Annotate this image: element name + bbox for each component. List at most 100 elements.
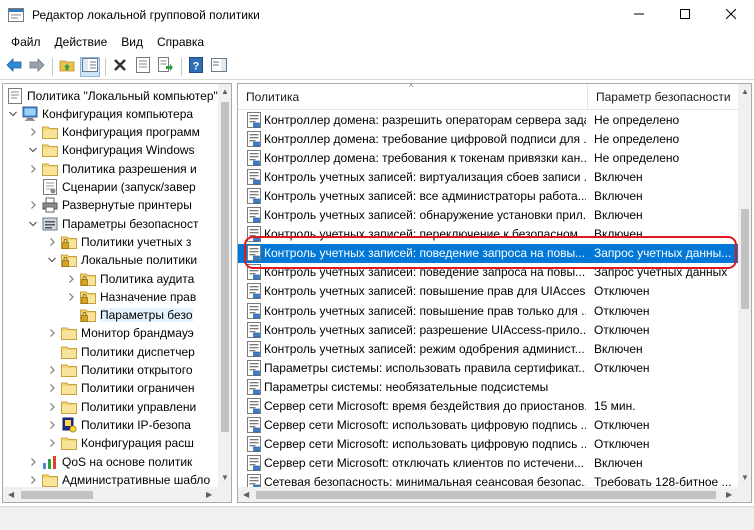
scroll-right-arrow-icon[interactable]: ▶ <box>206 490 212 499</box>
tree-horizontal-scrollbar[interactable]: ◀ ▶ <box>3 487 231 502</box>
policy-row[interactable]: Контроль учетных записей: повышение прав… <box>238 282 738 301</box>
chevron-right-icon[interactable] <box>65 273 77 285</box>
tree-item[interactable]: Параметры безо <box>65 306 193 325</box>
chevron-down-icon[interactable] <box>27 144 39 156</box>
policy-row[interactable]: Контроллер домена: требование цифровой п… <box>238 129 738 148</box>
policy-row[interactable]: Сервер сети Microsoft: время бездействия… <box>238 397 738 416</box>
folder-icon <box>61 435 77 451</box>
policy-row[interactable]: Параметры системы: использовать правила … <box>238 358 738 377</box>
policy-row[interactable]: Контроль учетных записей: виртуализация … <box>238 167 738 186</box>
policy-row[interactable]: Контроль учетных записей: переключение к… <box>238 225 738 244</box>
policy-row[interactable]: Контроль учетных записей: обнаружение ус… <box>238 206 738 225</box>
tree-item-label: Политики диспетчер <box>81 344 195 359</box>
chevron-down-icon[interactable] <box>46 254 58 266</box>
tree-vertical-scroll-thumb[interactable] <box>221 102 229 432</box>
export-list-button[interactable] <box>156 57 176 77</box>
tree-item[interactable]: Политики учетных з <box>46 232 191 251</box>
help-button[interactable]: ? <box>186 57 206 77</box>
show-hide-tree-button[interactable] <box>80 56 100 77</box>
list-horizontal-scrollbar[interactable]: ◀ ▶ <box>238 487 751 502</box>
policy-row[interactable]: Сетевая безопасность: минимальная сеансо… <box>238 473 738 487</box>
policy-row[interactable]: Контроль учетных записей: поведение запр… <box>238 263 738 282</box>
tree-item[interactable]: Политики управлени <box>46 397 196 416</box>
scroll-up-arrow-icon[interactable]: ▲ <box>741 87 749 96</box>
properties-button[interactable] <box>133 57 153 77</box>
chevron-right-icon[interactable] <box>27 474 39 486</box>
scroll-up-arrow-icon[interactable]: ▲ <box>221 87 229 96</box>
policy-row[interactable]: Контроллер домена: разрешить операторам … <box>238 110 738 129</box>
chevron-right-icon[interactable] <box>46 327 58 339</box>
policy-list-pane[interactable]: ^ Политика Параметр безопасности Контрол… <box>237 83 752 503</box>
column-header-security-setting[interactable]: Параметр безопасности <box>588 84 738 110</box>
tree-item[interactable]: Локальные политики <box>46 251 197 270</box>
policy-row[interactable]: Параметры системы: необязательные подсис… <box>238 377 738 396</box>
chevron-right-icon[interactable] <box>27 199 39 211</box>
chevron-right-icon[interactable] <box>46 401 58 413</box>
menu-view[interactable]: Вид <box>114 33 150 51</box>
policy-row[interactable]: Контроль учетных записей: разрешение UIA… <box>238 320 738 339</box>
tree-item[interactable]: Конфигурация расш <box>46 434 194 453</box>
chevron-right-icon[interactable] <box>27 126 39 138</box>
tree-item[interactable]: Политики открытого <box>46 361 193 380</box>
tree-item[interactable]: Параметры безопасност <box>27 214 198 233</box>
list-horizontal-scroll-thumb[interactable] <box>256 491 716 499</box>
scroll-right-arrow-icon[interactable]: ▶ <box>726 490 732 499</box>
scroll-down-arrow-icon[interactable]: ▼ <box>741 473 749 482</box>
delete-button[interactable] <box>110 57 130 77</box>
tree-item[interactable]: Монитор брандмауэ <box>46 324 194 343</box>
tree-item[interactable]: Политика "Локальный компьютер" <box>7 86 218 105</box>
tree-item[interactable]: Сценарии (запуск/завер <box>27 178 196 197</box>
close-button[interactable] <box>708 0 754 30</box>
chevron-right-icon[interactable] <box>46 364 58 376</box>
chevron-down-icon[interactable] <box>27 218 39 230</box>
locked-folder-icon <box>80 289 96 305</box>
scroll-down-arrow-icon[interactable]: ▼ <box>221 473 229 482</box>
maximize-button[interactable] <box>662 0 708 30</box>
chevron-right-icon[interactable] <box>46 437 58 449</box>
policy-row[interactable]: Сервер сети Microsoft: отключать клиенто… <box>238 454 738 473</box>
minimize-button[interactable] <box>616 0 662 30</box>
list-vertical-scrollbar[interactable]: ▲ ▼ <box>738 84 751 487</box>
tree-item[interactable]: Политики диспетчер <box>46 342 195 361</box>
tree-item[interactable]: Политики IP-безопа <box>46 415 191 434</box>
scroll-left-arrow-icon[interactable]: ◀ <box>8 490 14 499</box>
policy-row[interactable]: Сервер сети Microsoft: использовать цифр… <box>238 416 738 435</box>
up-level-button[interactable] <box>57 57 77 77</box>
tree-item[interactable]: Конфигурация компьютера <box>7 104 193 123</box>
tree-item[interactable]: Административные шабло <box>27 470 210 487</box>
column-header-policy[interactable]: ^ Политика <box>238 84 588 110</box>
console-tree[interactable]: Политика "Локальный компьютер" Конфигурац… <box>2 83 232 503</box>
show-pane-button[interactable] <box>209 57 229 77</box>
chevron-right-icon[interactable] <box>46 419 58 431</box>
back-button[interactable] <box>4 57 24 77</box>
chevron-right-icon[interactable] <box>46 382 58 394</box>
chevron-right-icon[interactable] <box>65 291 77 303</box>
menu-file[interactable]: Файл <box>4 33 48 51</box>
chevron-right-icon[interactable] <box>27 163 39 175</box>
tree-item[interactable]: Назначение прав <box>65 287 196 306</box>
tree-item[interactable]: Развернутые принтеры <box>27 196 192 215</box>
policy-row-selected[interactable]: Контроль учетных записей: поведение запр… <box>238 243 738 263</box>
policy-row[interactable]: Контроль учетных записей: повышение прав… <box>238 301 738 320</box>
tree-item[interactable]: QoS на основе политик <box>27 452 192 471</box>
policy-row[interactable]: Контроль учетных записей: все администра… <box>238 186 738 205</box>
menu-action[interactable]: Действие <box>48 33 115 51</box>
menu-help[interactable]: Справка <box>150 33 211 51</box>
forward-button[interactable] <box>27 57 47 77</box>
scroll-left-arrow-icon[interactable]: ◀ <box>243 490 249 499</box>
tree-item[interactable]: Конфигурация Windows <box>27 141 195 160</box>
chevron-right-icon[interactable] <box>27 456 39 468</box>
policy-row[interactable]: Контроллер домена: требования к токенам … <box>238 148 738 167</box>
tree-item[interactable]: Конфигурация программ <box>27 123 200 142</box>
tree-horizontal-scroll-thumb[interactable] <box>21 491 93 499</box>
chevron-right-icon[interactable] <box>46 236 58 248</box>
tree-vertical-scrollbar[interactable]: ▲ ▼ <box>218 84 231 487</box>
policy-row[interactable]: Контроль учетных записей: режим одобрени… <box>238 339 738 358</box>
policy-row[interactable]: Сервер сети Microsoft: использовать цифр… <box>238 435 738 454</box>
tree-item-label: Конфигурация расш <box>81 436 194 451</box>
tree-item[interactable]: Политика разрешения и <box>27 159 197 178</box>
tree-item[interactable]: Политики ограничен <box>46 379 195 398</box>
list-vertical-scroll-thumb[interactable] <box>741 209 749 309</box>
tree-item[interactable]: Политика аудита <box>65 269 194 288</box>
chevron-down-icon[interactable] <box>7 108 19 120</box>
